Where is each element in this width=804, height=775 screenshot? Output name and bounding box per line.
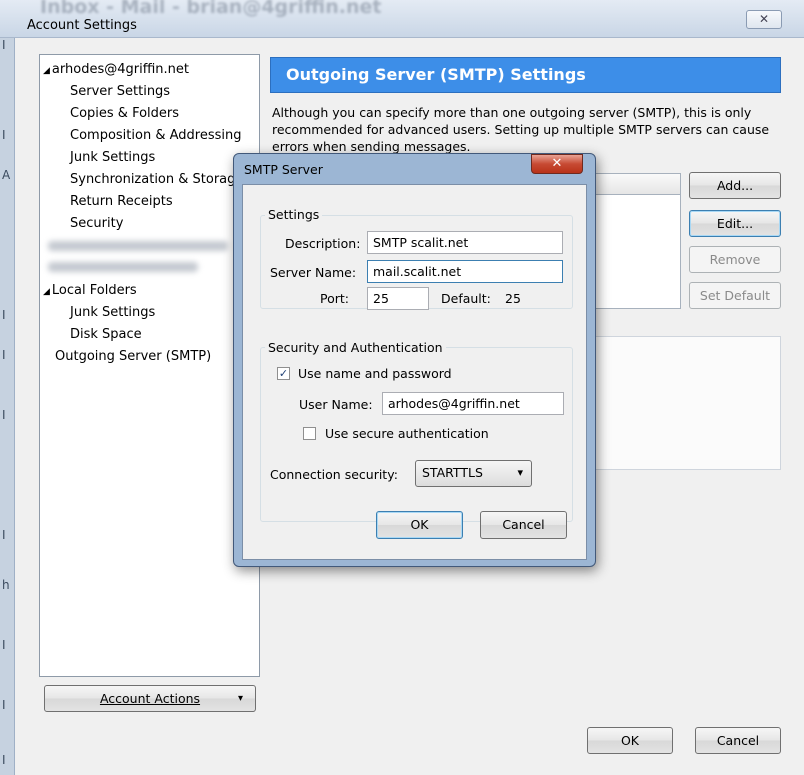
window-close-button[interactable]: ✕ <box>746 10 782 29</box>
description-label: Description: <box>285 236 361 251</box>
remove-server-button[interactable]: Remove <box>689 246 781 273</box>
tree-item-account[interactable]: ◢ arhodes@4griffin.net <box>43 62 189 77</box>
tree-item-copies-folders[interactable]: Copies & Folders <box>70 106 179 121</box>
add-server-button[interactable]: Add... <box>689 172 781 199</box>
background-window-edge: I I A I I I I h I I I <box>0 38 15 775</box>
edit-server-button[interactable]: Edit... <box>689 210 781 237</box>
dialog-cancel-button[interactable]: Cancel <box>480 511 567 539</box>
edge-char: I <box>2 698 6 712</box>
tree-item-security[interactable]: Security <box>70 216 123 231</box>
smtp-server-dialog: SMTP Server ✕ Settings Description: SMTP… <box>233 153 596 567</box>
use-name-password-label[interactable]: Use name and password <box>298 366 452 381</box>
server-name-input[interactable]: mail.scalit.net <box>367 260 563 283</box>
default-port-label: Default: <box>441 291 491 306</box>
use-name-password-checkbox[interactable]: ✓ <box>277 367 290 380</box>
tree-item-local-junk-settings[interactable]: Junk Settings <box>70 305 155 320</box>
smtp-server-details <box>580 336 781 470</box>
cancel-button[interactable]: Cancel <box>695 727 781 754</box>
tree-item-synchronization-storage[interactable]: Synchronization & Storage <box>70 172 243 187</box>
edge-char: I <box>2 128 6 142</box>
tree-item-outgoing-server[interactable]: Outgoing Server (SMTP) <box>55 349 211 364</box>
dialog-close-button[interactable]: ✕ <box>531 154 583 174</box>
edge-char: I <box>2 638 6 652</box>
secure-auth-checkbox[interactable] <box>303 427 316 440</box>
dropdown-arrow-icon: ▾ <box>237 693 243 704</box>
user-name-input[interactable]: arhodes@4griffin.net <box>382 392 564 415</box>
redacted-account <box>48 262 198 272</box>
edge-char: A <box>2 168 11 182</box>
user-name-label: User Name: <box>299 397 373 412</box>
tree-item-local-folders[interactable]: ◢ Local Folders <box>43 283 137 298</box>
edge-char: I <box>2 528 6 542</box>
expand-twisty-icon[interactable]: ◢ <box>43 66 50 76</box>
account-actions-button[interactable]: Account Actions ▾ <box>44 685 256 712</box>
security-legend: Security and Authentication <box>265 340 446 355</box>
tree-item-label: Local Folders <box>51 283 137 298</box>
redacted-account <box>48 241 228 251</box>
ok-button[interactable]: OK <box>587 727 673 754</box>
dialog-body: Settings Description: SMTP scalit.net Se… <box>242 184 587 560</box>
connection-security-label: Connection security: <box>270 467 398 482</box>
account-actions-label: Account Actions <box>99 691 201 706</box>
tree-item-label: arhodes@4griffin.net <box>51 62 189 77</box>
smtp-description: Although you can specify more than one o… <box>272 105 770 154</box>
set-default-button[interactable]: Set Default <box>689 282 781 309</box>
dialog-ok-button[interactable]: OK <box>376 511 463 539</box>
connection-security-value: STARTTLS <box>422 465 483 480</box>
secure-auth-label[interactable]: Use secure authentication <box>325 426 489 441</box>
expand-twisty-icon[interactable]: ◢ <box>43 287 50 297</box>
edge-char: I <box>2 753 6 767</box>
port-input[interactable]: 25 <box>367 287 429 310</box>
tree-item-disk-space[interactable]: Disk Space <box>70 327 142 342</box>
dropdown-arrow-icon: ▾ <box>517 466 523 479</box>
default-port-value: 25 <box>505 291 521 306</box>
background-window-title: Inbox - Mail - brian@4griffin.net <box>40 0 382 18</box>
page-header-banner: Outgoing Server (SMTP) Settings <box>270 57 781 93</box>
connection-security-select[interactable]: STARTTLS ▾ <box>415 460 532 487</box>
title-bar: Inbox - Mail - brian@4griffin.net Accoun… <box>0 0 804 38</box>
edge-char: I <box>2 308 6 322</box>
edge-char: I <box>2 38 6 52</box>
port-label: Port: <box>320 291 349 306</box>
page-title: Outgoing Server (SMTP) Settings <box>286 65 586 84</box>
description-input[interactable]: SMTP scalit.net <box>367 231 563 254</box>
tree-item-server-settings[interactable]: Server Settings <box>70 84 170 99</box>
dialog-title: SMTP Server <box>244 162 323 177</box>
tree-item-junk-settings[interactable]: Junk Settings <box>70 150 155 165</box>
edge-char: I <box>2 348 6 362</box>
settings-legend: Settings <box>265 207 323 222</box>
window-title: Account Settings <box>27 18 137 33</box>
tree-item-composition-addressing[interactable]: Composition & Addressing <box>70 128 241 143</box>
edge-char: I <box>2 408 6 422</box>
tree-item-return-receipts[interactable]: Return Receipts <box>70 194 173 209</box>
server-name-label: Server Name: <box>270 265 357 280</box>
account-tree[interactable]: ◢ arhodes@4griffin.net Server Settings Co… <box>39 54 260 677</box>
edge-char: h <box>2 578 10 592</box>
